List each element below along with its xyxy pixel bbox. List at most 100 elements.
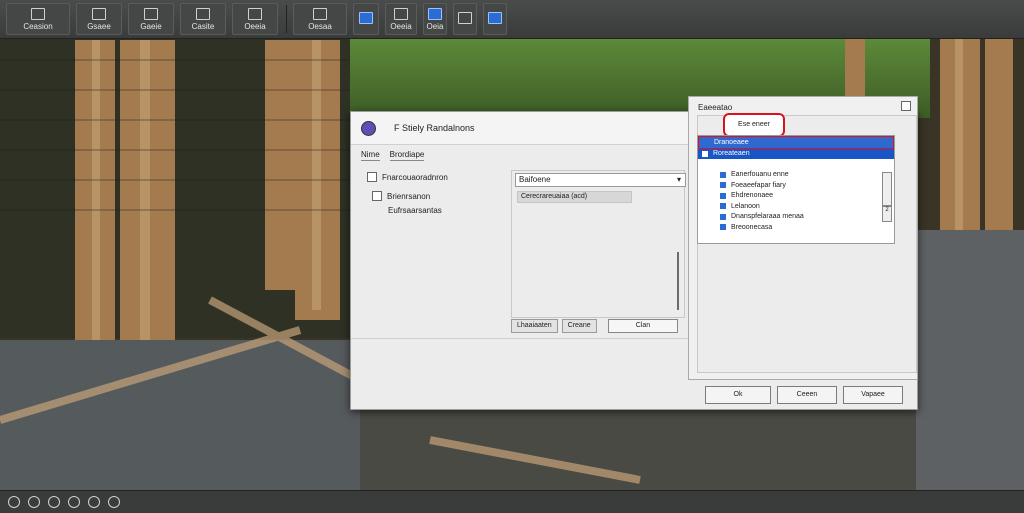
value-readout: Cerecrareuaiaa (acd) [517, 191, 632, 203]
search-button[interactable]: Ese eneer [723, 113, 785, 137]
toolbar-label: Casite [191, 21, 215, 31]
option-label-2: Brienrsanon [387, 191, 431, 201]
tag-icon [428, 7, 442, 20]
image-icon [144, 7, 158, 20]
library-panel: Eaeeatao Ese eneer Dranoeaee Roreateaen … [688, 96, 918, 380]
tree-row[interactable] [698, 159, 894, 170]
save-icon [488, 12, 502, 24]
toolbar-button-4[interactable]: Casite [180, 3, 226, 35]
top-toolbar: Ceasion Gsaee Gaeie Casite Oeeia Oesaa O… [0, 0, 1024, 39]
status-icon[interactable] [8, 496, 20, 508]
tree-row-label: Lelanoon [731, 202, 760, 210]
tree-row[interactable]: Dranoeaee [698, 136, 894, 149]
document-icon [720, 203, 726, 210]
toolbar-button-1[interactable]: Ceasion [6, 3, 70, 35]
toolbar-button-2[interactable]: Gsaee [76, 3, 122, 35]
toolbar-label: Ceasion [23, 21, 53, 31]
divider [351, 338, 689, 339]
toolbar-label: Oeia [426, 21, 444, 31]
folder-icon [703, 139, 709, 146]
close-icon[interactable] [901, 101, 911, 111]
tab-properties[interactable]: Brordiape [389, 150, 425, 161]
document-icon [720, 224, 726, 231]
tree-row-label: Dranoeaee [714, 138, 749, 146]
tree-row[interactable]: Roreateaen [698, 148, 894, 159]
toolbar-button-11[interactable] [483, 3, 507, 35]
toolbar-label: Oeeia [244, 21, 266, 31]
item-tree: Dranoeaee Roreateaen Eanerfouanu enne Fo… [697, 135, 895, 244]
adjust-icon [248, 7, 262, 20]
dialog-title: F Stiely Randalnons [394, 123, 475, 133]
chevron-down-icon[interactable]: ▾ [677, 174, 681, 186]
tree-row-label: Ehdrenonaee [731, 192, 774, 200]
toolbar-button-8[interactable]: Oeeia [385, 3, 417, 35]
tree-scroll-indicator[interactable]: 2 [882, 206, 892, 222]
tree-row[interactable]: Dnanspfelaraaa menaa [698, 212, 894, 223]
toolbar-button-3[interactable]: Gaeie [128, 3, 174, 35]
ok-button[interactable]: Ok [705, 386, 771, 404]
tree-row[interactable]: Lelanoon [698, 201, 894, 212]
toolbar-button-9[interactable]: Oeia [423, 3, 447, 35]
option-checkbox-2[interactable] [372, 191, 382, 201]
settings-icon [359, 12, 373, 24]
inner-button-2[interactable]: Creane [561, 319, 597, 333]
tree-scrollbar[interactable] [882, 172, 892, 206]
tree-row[interactable]: Eanerfouanu enne [698, 170, 894, 181]
cancel-button[interactable]: Ceeen [777, 386, 837, 404]
layers-icon [196, 7, 210, 20]
tree-row[interactable]: Breoonecasa [698, 222, 894, 233]
option-checkbox-1[interactable] [367, 172, 377, 182]
sub-label: Eufrsaarsantas [388, 206, 442, 215]
document-icon [720, 213, 726, 220]
value-input-text: Baifoene [519, 175, 551, 184]
status-icon[interactable] [28, 496, 40, 508]
bottom-status-bar [0, 490, 1024, 513]
toolbar-separator [286, 5, 287, 33]
document-icon [720, 182, 726, 189]
inner-button-1[interactable]: Lhaaiaaten [511, 319, 558, 333]
folder-icon [92, 7, 106, 20]
tree-row-label: Dnanspfelaraaa menaa [731, 213, 804, 221]
tree-row-label: Breoonecasa [731, 223, 773, 231]
folder-icon [702, 150, 708, 157]
tree-row-label: Foeaeefapar fiary [731, 181, 786, 189]
toolbar-button-7[interactable] [353, 3, 379, 35]
tree-row[interactable]: Foeaeefapar fiary [698, 180, 894, 191]
toolbar-label: Gsaee [87, 21, 111, 31]
export-icon [313, 7, 327, 20]
brush-icon [458, 12, 472, 24]
dialog-tabs: Nime Brordiape [361, 150, 425, 161]
settings-dialog: F Stiely Randalnons Nime Brordiape Fnarc… [350, 96, 918, 410]
status-icon[interactable] [108, 496, 120, 508]
app-icon [361, 120, 376, 136]
status-icon[interactable] [68, 496, 80, 508]
open-button[interactable]: Clan [608, 319, 678, 333]
tree-row-label: Eanerfouanu enne [731, 171, 789, 179]
grid-icon [394, 7, 408, 20]
value-input[interactable]: Baifoene ▾ [515, 173, 686, 187]
status-icon[interactable] [88, 496, 100, 508]
toolbar-button-10[interactable] [453, 3, 477, 35]
document-icon [720, 171, 726, 178]
tree-row[interactable]: Ehdrenonaee [698, 191, 894, 202]
status-icon[interactable] [48, 496, 60, 508]
library-panel-title: Eaeeatao [698, 103, 733, 112]
apply-button[interactable]: Vapaee [843, 386, 903, 404]
inner-button-group: Lhaaiaaten Creane [511, 319, 597, 333]
tab-name[interactable]: Nime [361, 150, 380, 161]
toolbar-label: Oeeia [390, 21, 412, 31]
toolbar-label: Oesaa [308, 21, 332, 31]
dialog-footer: Ok Ceeen Vapaee [705, 386, 903, 404]
sub-label-text: Eufrsaarsantas [388, 206, 442, 215]
option-row-1[interactable]: Fnarcouaoradnron [367, 172, 448, 182]
toolbar-button-6[interactable]: Oesaa [293, 3, 347, 35]
option-label-1: Fnarcouaoradnron [382, 172, 448, 182]
tree-row-label: Roreateaen [713, 150, 750, 158]
vertical-scrollbar[interactable] [677, 252, 679, 310]
toolbar-label: Gaeie [140, 21, 162, 31]
option-row-2[interactable]: Brienrsanon [372, 191, 430, 201]
file-icon [31, 7, 45, 20]
document-icon [720, 192, 726, 199]
toolbar-button-5[interactable]: Oeeia [232, 3, 278, 35]
dialog-title-bar: F Stiely Randalnons [351, 112, 689, 145]
